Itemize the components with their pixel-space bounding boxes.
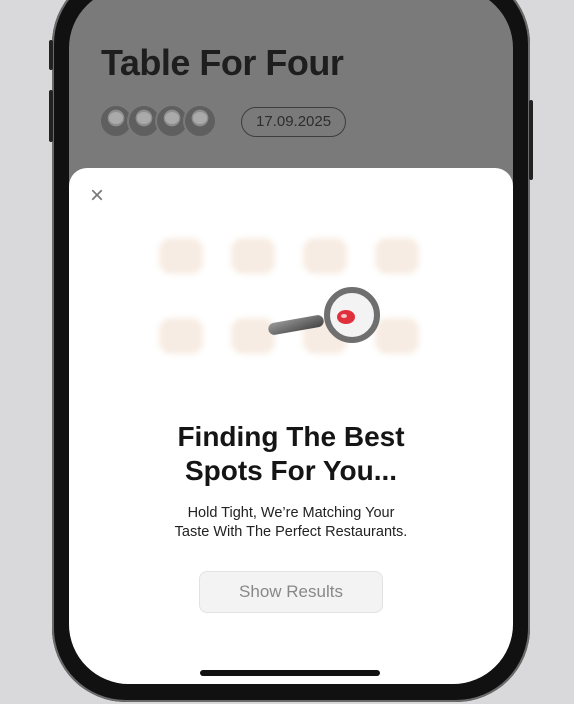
- close-icon[interactable]: ×: [87, 184, 107, 208]
- food-tile: [303, 238, 347, 274]
- food-tile: [375, 238, 419, 274]
- participants-avatars: [99, 104, 217, 138]
- phone-frame: Table For Four 17.09.2025 × Finding The …: [49, 0, 533, 702]
- loading-sheet: × Finding The Best Spots For You... Hold…: [69, 168, 513, 684]
- avatar: [183, 104, 217, 138]
- food-tile: [159, 318, 203, 354]
- show-results-button[interactable]: Show Results: [199, 571, 383, 613]
- power-button: [529, 100, 533, 180]
- date-pill: 17.09.2025: [241, 107, 347, 137]
- food-tile: [231, 238, 275, 274]
- action-button: [49, 40, 53, 70]
- subtext-line-2: Taste With The Perfect Restaurants.: [174, 524, 408, 540]
- loading-heading: Finding The Best Spots For You...: [69, 420, 513, 488]
- volume-up-button: [49, 90, 53, 142]
- loading-subtext: Hold Tight, We’re Matching Your Taste Wi…: [69, 504, 513, 542]
- heading-line-2: Spots For You...: [184, 455, 398, 486]
- page-title: Table For Four: [101, 42, 344, 83]
- subtext-line-1: Hold Tight, We’re Matching Your: [187, 505, 395, 521]
- heading-line-1: Finding The Best: [177, 421, 405, 452]
- magnifier-icon: [268, 287, 380, 343]
- home-indicator[interactable]: [200, 670, 380, 676]
- screen: Table For Four 17.09.2025 × Finding The …: [69, 0, 513, 684]
- food-tile: [159, 238, 203, 274]
